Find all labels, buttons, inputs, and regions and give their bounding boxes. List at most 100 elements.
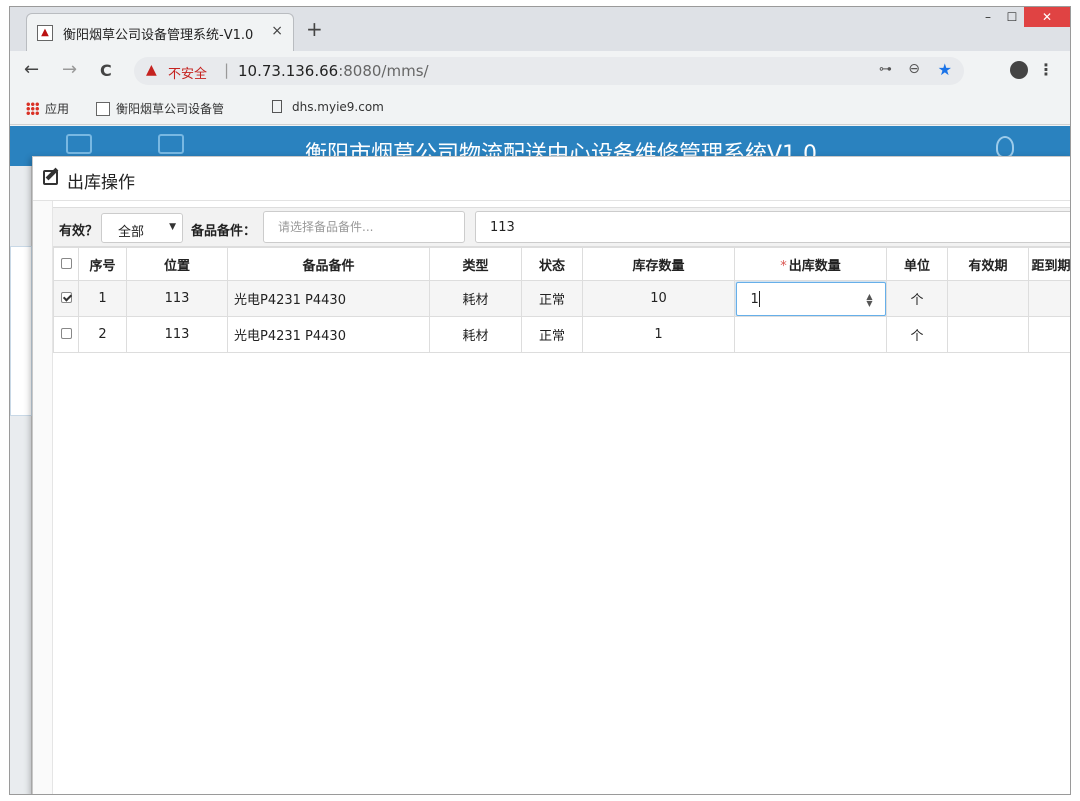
- outbound-modal: 出库操作 有效？ 全部 ▼ 备品备件： 请选择备品备件... 113 序号 位置…: [32, 156, 1070, 794]
- column-header-location[interactable]: 位置: [126, 247, 228, 281]
- location-search-input[interactable]: [475, 211, 1070, 243]
- bookmark-label: 衡阳烟草公司设备管: [116, 102, 225, 116]
- select-all-checkbox[interactable]: [60, 257, 72, 269]
- tab-strip: ▲ 衡阳烟草公司设备管理系统-V1.0 × + – ☐ ✕: [10, 7, 1070, 51]
- bookmark-site[interactable]: 衡阳烟草公司设备管: [96, 100, 224, 117]
- lightbulb-icon[interactable]: [996, 136, 1014, 158]
- header-menu-icon[interactable]: [66, 134, 92, 154]
- browser-menu-icon[interactable]: ⋮: [1038, 60, 1054, 79]
- site-favicon-icon: [96, 102, 110, 116]
- forward-button[interactable]: →: [62, 59, 77, 80]
- days-left-cell: [1028, 316, 1070, 353]
- days-left-cell: [1028, 280, 1070, 317]
- part-cell: 光电P4231 P4430: [227, 280, 430, 317]
- insecure-label[interactable]: 不安全: [168, 63, 207, 82]
- zoom-icon[interactable]: ⊖: [908, 61, 920, 77]
- type-cell: 耗材: [429, 280, 522, 317]
- column-header-expiry[interactable]: 有效期: [947, 247, 1029, 281]
- apps-grid-icon: [26, 102, 39, 115]
- back-button[interactable]: ←: [24, 59, 39, 80]
- column-header-unit[interactable]: 单位: [886, 247, 948, 281]
- column-header-seq[interactable]: 序号: [78, 247, 127, 281]
- unit-cell: 个: [886, 280, 948, 317]
- expiry-cell: [947, 280, 1029, 317]
- seq-cell: 2: [78, 316, 127, 353]
- column-header-out-qty[interactable]: * 出库数量: [734, 247, 887, 281]
- row-checkbox[interactable]: [60, 292, 72, 303]
- url-host: 10.73.136.66: [238, 62, 339, 80]
- required-mark: *: [780, 258, 787, 274]
- bookmarks-bar: 应用 衡阳烟草公司设备管 dhs.myie9.com: [10, 91, 1070, 125]
- bookmark-star-icon[interactable]: ★: [938, 60, 952, 79]
- seq-cell: 1: [78, 280, 127, 317]
- row-checkbox[interactable]: [60, 328, 72, 339]
- bookmark-label: dhs.myie9.com: [292, 100, 384, 114]
- page-content: 衡阳市烟草公司物流配送中心设备维修管理系统V1.0 出库操作 有效？ 全部 ▼ …: [10, 126, 1070, 794]
- warning-icon: ▲: [146, 62, 157, 78]
- out-qty-cell[interactable]: [734, 316, 887, 353]
- tab-close-button[interactable]: ×: [271, 23, 283, 39]
- part-filter-input[interactable]: [263, 211, 465, 243]
- row-select-cell[interactable]: [53, 316, 79, 353]
- part-filter-label: 备品备件：: [191, 224, 257, 239]
- row-select-cell[interactable]: [53, 280, 79, 317]
- bookmark-dhs[interactable]: dhs.myie9.com: [272, 100, 384, 114]
- modal-header: 出库操作: [33, 157, 1070, 201]
- stock-cell: 1: [582, 316, 735, 353]
- header-menu-icon[interactable]: [158, 134, 184, 154]
- site-favicon-icon: ▲: [37, 25, 53, 41]
- valid-filter-label: 有效？: [59, 224, 99, 239]
- browser-toolbar: ← → C ▲ 不安全 | 10.73.136.66:8080/mms/ ⊶ ⊖…: [10, 51, 1070, 91]
- maximize-button[interactable]: ☐: [1000, 7, 1024, 27]
- modal-left-gutter: [33, 201, 53, 794]
- address-url[interactable]: 10.73.136.66:8080/mms/: [238, 62, 429, 80]
- modal-title: 出库操作: [67, 173, 135, 193]
- unit-cell: 个: [886, 316, 948, 353]
- window-controls: – ☐ ✕: [976, 7, 1070, 29]
- browser-tab[interactable]: ▲ 衡阳烟草公司设备管理系统-V1.0 ×: [26, 13, 294, 51]
- column-header-status[interactable]: 状态: [521, 247, 583, 281]
- location-cell: 113: [126, 316, 228, 353]
- type-cell: 耗材: [429, 316, 522, 353]
- outbound-table: 序号 位置 备品备件 类型 状态 库存数量 *出库数量 单位 有效期 距到期: [53, 247, 1070, 353]
- expiry-cell: [947, 316, 1029, 353]
- part-cell: 光电P4231 P4430: [227, 316, 430, 353]
- stock-cell: 10: [582, 280, 735, 317]
- column-header-part[interactable]: 备品备件: [227, 247, 430, 281]
- column-header-type[interactable]: 类型: [429, 247, 522, 281]
- key-icon[interactable]: ⊶: [879, 62, 892, 77]
- valid-filter-value: 全部: [118, 225, 145, 240]
- status-cell: 正常: [521, 280, 583, 317]
- out-qty-cell: 1 ▲ ▼: [734, 280, 887, 317]
- out-qty-input[interactable]: 1 ▲ ▼: [735, 281, 886, 316]
- filter-bar: 有效？ 全部 ▼ 备品备件：: [53, 207, 1070, 247]
- minimize-button[interactable]: –: [976, 7, 1000, 27]
- column-header-days-left[interactable]: 距到期: [1028, 247, 1070, 281]
- valid-filter-select[interactable]: 全部 ▼: [101, 213, 183, 243]
- url-path: :8080/mms/: [338, 62, 429, 80]
- tab-title: 衡阳烟草公司设备管理系统-V1.0: [63, 28, 254, 43]
- column-header-stock[interactable]: 库存数量: [582, 247, 735, 281]
- browser-window: ▲ 衡阳烟草公司设备管理系统-V1.0 × + – ☐ ✕ ← → C ▲ 不安…: [9, 6, 1071, 795]
- status-cell: 正常: [521, 316, 583, 353]
- background-panel: [10, 246, 32, 416]
- page-icon: [272, 100, 282, 113]
- chevron-down-icon: ▼: [169, 222, 176, 232]
- out-qty-header-label: 出库数量: [788, 258, 841, 274]
- address-separator: |: [224, 61, 230, 79]
- table-row[interactable]: 2 113 光电P4231 P4430 耗材 正常 1 个: [53, 316, 1070, 353]
- select-all-cell[interactable]: [53, 247, 79, 281]
- profile-avatar-icon[interactable]: [1010, 61, 1028, 79]
- bookmark-apps[interactable]: 应用: [26, 100, 69, 117]
- new-tab-button[interactable]: +: [306, 17, 323, 41]
- table-header-row: 序号 位置 备品备件 类型 状态 库存数量 * 出库数量 单位 有效期 距到期: [53, 247, 1070, 281]
- spinner-arrows-icon[interactable]: ▲ ▼: [866, 292, 872, 307]
- table-row[interactable]: 1 113 光电P4231 P4430 耗材 正常 10 1 ▲ ▼ 个: [53, 280, 1070, 317]
- edit-icon: [43, 170, 58, 185]
- window-close-button[interactable]: ✕: [1024, 7, 1070, 27]
- reload-button[interactable]: C: [100, 61, 112, 80]
- location-cell: 113: [126, 280, 228, 317]
- text-cursor: [758, 290, 760, 307]
- bookmark-label: 应用: [45, 102, 70, 116]
- address-bar[interactable]: ▲ 不安全 | 10.73.136.66:8080/mms/ ⊶ ⊖ ★: [134, 57, 964, 85]
